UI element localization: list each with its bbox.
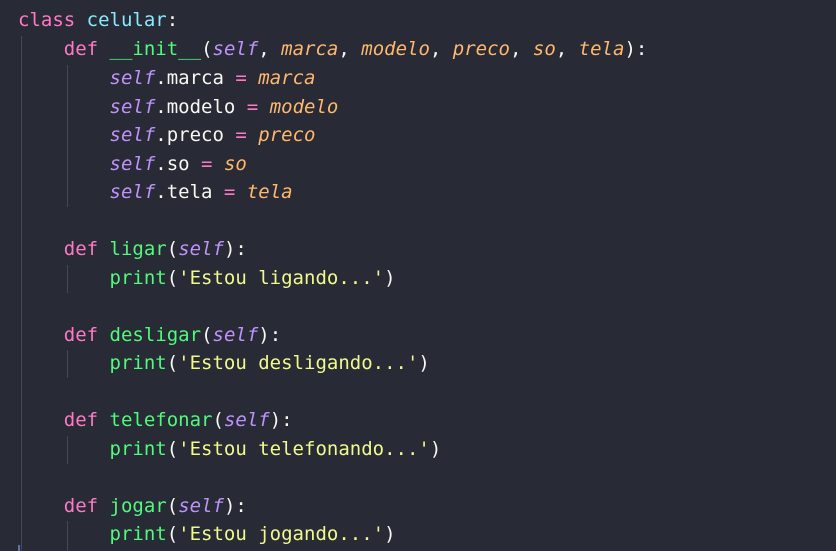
code-line-print: print('Estou ligando...') (18, 264, 396, 292)
punctuation: ): (258, 324, 282, 346)
self-ref: self (109, 153, 156, 175)
parameter: tela (578, 38, 625, 60)
code-line-def: def jogar(self): (18, 492, 247, 520)
punctuation: ( (212, 409, 224, 431)
operator: = (235, 96, 270, 118)
keyword: def (63, 324, 99, 346)
self-param: self (212, 38, 259, 60)
self-param: self (212, 324, 259, 346)
punctuation: ( (201, 324, 213, 346)
builtin-call: print (109, 523, 167, 545)
builtin-call: print (109, 267, 167, 289)
punctuation: ( (201, 38, 213, 60)
parameter: so (532, 38, 556, 60)
code-line-assign: self.tela = tela (18, 178, 293, 206)
punctuation: , (338, 38, 362, 60)
self-ref: self (109, 67, 156, 89)
builtin-call: print (109, 438, 167, 460)
code-line-print: print('Estou desligando...') (18, 349, 430, 377)
punctuation: ( (166, 352, 179, 374)
punctuation: : (166, 9, 179, 31)
string-literal: 'Estou desligando...' (178, 352, 419, 374)
parameter: marca (281, 38, 339, 60)
punctuation: ): (223, 495, 247, 517)
keyword: def (63, 238, 99, 260)
punctuation: ( (166, 495, 179, 517)
punctuation: ): (624, 38, 648, 60)
attribute: .tela (155, 181, 213, 203)
value: tela (246, 181, 293, 203)
value: modelo (269, 96, 339, 118)
self-param: self (223, 409, 270, 431)
operator: = (223, 124, 259, 146)
punctuation: ( (166, 238, 179, 260)
operator: = (212, 181, 247, 203)
punctuation: ): (223, 238, 247, 260)
attribute: .so (155, 153, 190, 175)
function-name: ligar (109, 238, 167, 260)
keyword: def (63, 38, 99, 60)
string-literal: 'Estou ligando...' (178, 267, 385, 289)
self-ref: self (109, 124, 156, 146)
attribute: .marca (155, 67, 224, 89)
code-line-assign: self.modelo = modelo (18, 93, 339, 121)
punctuation: ): (269, 409, 293, 431)
punctuation: ) (384, 267, 396, 289)
operator: = (189, 153, 224, 175)
string-literal: 'Estou jogando...' (178, 523, 385, 545)
value: so (223, 153, 247, 175)
punctuation: , (555, 38, 579, 60)
punctuation: ( (166, 523, 179, 545)
scroll-edge-marker (18, 545, 20, 551)
code-line-assign: self.so = so (18, 150, 247, 178)
function-name: telefonar (109, 409, 213, 431)
function-name: jogar (109, 495, 167, 517)
keyword: class (18, 9, 76, 31)
keyword: def (63, 495, 99, 517)
punctuation: , (510, 38, 533, 60)
parameter: preco (452, 38, 510, 60)
keyword: def (63, 409, 99, 431)
value: preco (258, 124, 316, 146)
function-name: desligar (109, 324, 202, 346)
attribute: .modelo (155, 96, 236, 118)
punctuation: ) (429, 438, 442, 460)
code-line-print: print('Estou telefonando...') (18, 435, 442, 463)
parameter: modelo (361, 38, 430, 60)
code-line-def: def ligar(self): (18, 235, 247, 263)
class-name: celular (86, 9, 167, 31)
self-ref: self (109, 181, 156, 203)
punctuation: , (258, 38, 282, 60)
self-param: self (178, 495, 224, 517)
function-name: __init__ (109, 38, 202, 60)
code-line-assign: self.preco = preco (18, 121, 316, 149)
operator: = (223, 67, 259, 89)
punctuation: ) (418, 352, 430, 374)
builtin-call: print (109, 352, 167, 374)
code-line-def: def desligar(self): (18, 321, 281, 349)
code-line-print: print('Estou jogando...') (18, 520, 396, 548)
code-editor[interactable]: class celular: def __init__(self, marca,… (0, 0, 836, 551)
code-line-assign: self.marca = marca (18, 64, 316, 92)
punctuation: ) (384, 523, 396, 545)
self-ref: self (109, 96, 156, 118)
punctuation: ( (166, 438, 179, 460)
code-line-class: class celular: (18, 6, 178, 34)
code-line-init-def: def __init__(self, marca, modelo, preco,… (18, 35, 648, 63)
value: marca (258, 67, 316, 89)
self-param: self (178, 238, 224, 260)
code-line-def: def telefonar(self): (18, 406, 293, 434)
punctuation: , (429, 38, 453, 60)
attribute: .preco (155, 124, 224, 146)
string-literal: 'Estou telefonando...' (178, 438, 430, 460)
punctuation: ( (166, 267, 179, 289)
